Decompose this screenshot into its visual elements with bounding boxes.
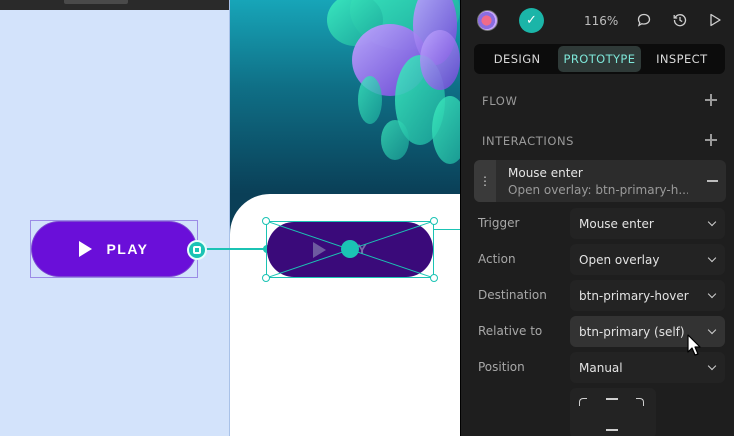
design-canvas[interactable]: PLAY AY xyxy=(0,0,460,436)
resize-handle[interactable] xyxy=(262,217,270,225)
comment-icon[interactable] xyxy=(633,9,655,31)
add-flow-plus-icon[interactable] xyxy=(704,93,718,107)
position-value: Manual xyxy=(579,360,623,375)
play-button-label: PLAY xyxy=(106,241,149,257)
trigger-select[interactable]: Mouse enter xyxy=(570,208,725,239)
chevron-down-icon xyxy=(707,217,717,227)
remove-interaction-minus-icon[interactable] xyxy=(707,180,718,182)
interaction-item[interactable]: ⋮ Mouse enter Open overlay: btn-primary-… xyxy=(474,160,726,202)
align-bottom-center-icon[interactable] xyxy=(606,429,618,431)
chevron-down-icon xyxy=(707,325,717,335)
relative-to-select[interactable]: btn-primary (self) xyxy=(570,316,725,347)
destination-value: btn-primary-hover xyxy=(579,288,689,303)
resize-handle[interactable] xyxy=(262,274,270,282)
destination-label: Destination xyxy=(478,288,547,302)
canvas-top-tab xyxy=(64,0,128,4)
resize-handle[interactable] xyxy=(430,274,438,282)
action-value: Open overlay xyxy=(579,252,660,267)
panel-topbar: ✓ 116% xyxy=(461,0,734,42)
prototype-link-handle[interactable] xyxy=(187,240,207,260)
interaction-title: Mouse enter xyxy=(508,166,583,180)
play-icon xyxy=(79,241,93,257)
chevron-down-icon xyxy=(707,289,717,299)
position-select[interactable]: Manual xyxy=(570,352,725,383)
chevron-down-icon xyxy=(707,253,717,263)
destination-select[interactable]: btn-primary-hover xyxy=(570,280,725,311)
prototype-link-line xyxy=(434,229,460,230)
resize-handle[interactable] xyxy=(430,217,438,225)
align-top-left-icon[interactable] xyxy=(579,398,587,406)
relative-to-value: btn-primary (self) xyxy=(579,324,685,339)
avatar[interactable] xyxy=(477,10,498,31)
history-icon[interactable] xyxy=(669,9,691,31)
play-button[interactable]: PLAY xyxy=(32,222,196,276)
chevron-down-icon xyxy=(707,361,717,371)
trigger-value: Mouse enter xyxy=(579,216,654,231)
illustration-shapes xyxy=(327,0,460,164)
properties-panel: ✓ 116% DESIGN PROTOTYPE INSPECT FLOW INT… xyxy=(460,0,734,436)
overlay-anchor-dot[interactable] xyxy=(341,240,359,258)
check-icon[interactable]: ✓ xyxy=(519,8,544,33)
align-top-center-icon[interactable] xyxy=(606,398,618,400)
drag-handle-icon[interactable]: ⋮ xyxy=(474,160,496,202)
interactions-section-title: INTERACTIONS xyxy=(482,134,575,148)
artboard-illustration xyxy=(230,0,460,194)
play-icon xyxy=(313,242,326,258)
align-top-right-icon[interactable] xyxy=(636,398,644,406)
position-alignment-picker[interactable] xyxy=(570,388,656,436)
prototype-link-line xyxy=(206,248,266,250)
position-label: Position xyxy=(478,360,525,374)
link-icon xyxy=(193,246,201,254)
action-label: Action xyxy=(478,252,516,266)
action-select[interactable]: Open overlay xyxy=(570,244,725,275)
tab-inspect[interactable]: INSPECT xyxy=(641,46,723,72)
play-icon[interactable] xyxy=(704,9,726,31)
flow-section-title: FLOW xyxy=(482,94,518,108)
add-interaction-plus-icon[interactable] xyxy=(704,133,718,147)
interaction-subtitle: Open overlay: btn-primary-h... xyxy=(508,183,688,197)
tab-prototype[interactable]: PROTOTYPE xyxy=(558,46,641,72)
relative-to-label: Relative to xyxy=(478,324,543,338)
trigger-label: Trigger xyxy=(478,216,520,230)
panel-tabs: DESIGN PROTOTYPE INSPECT xyxy=(474,44,725,74)
zoom-level[interactable]: 116% xyxy=(584,14,618,28)
tab-design[interactable]: DESIGN xyxy=(476,46,558,72)
